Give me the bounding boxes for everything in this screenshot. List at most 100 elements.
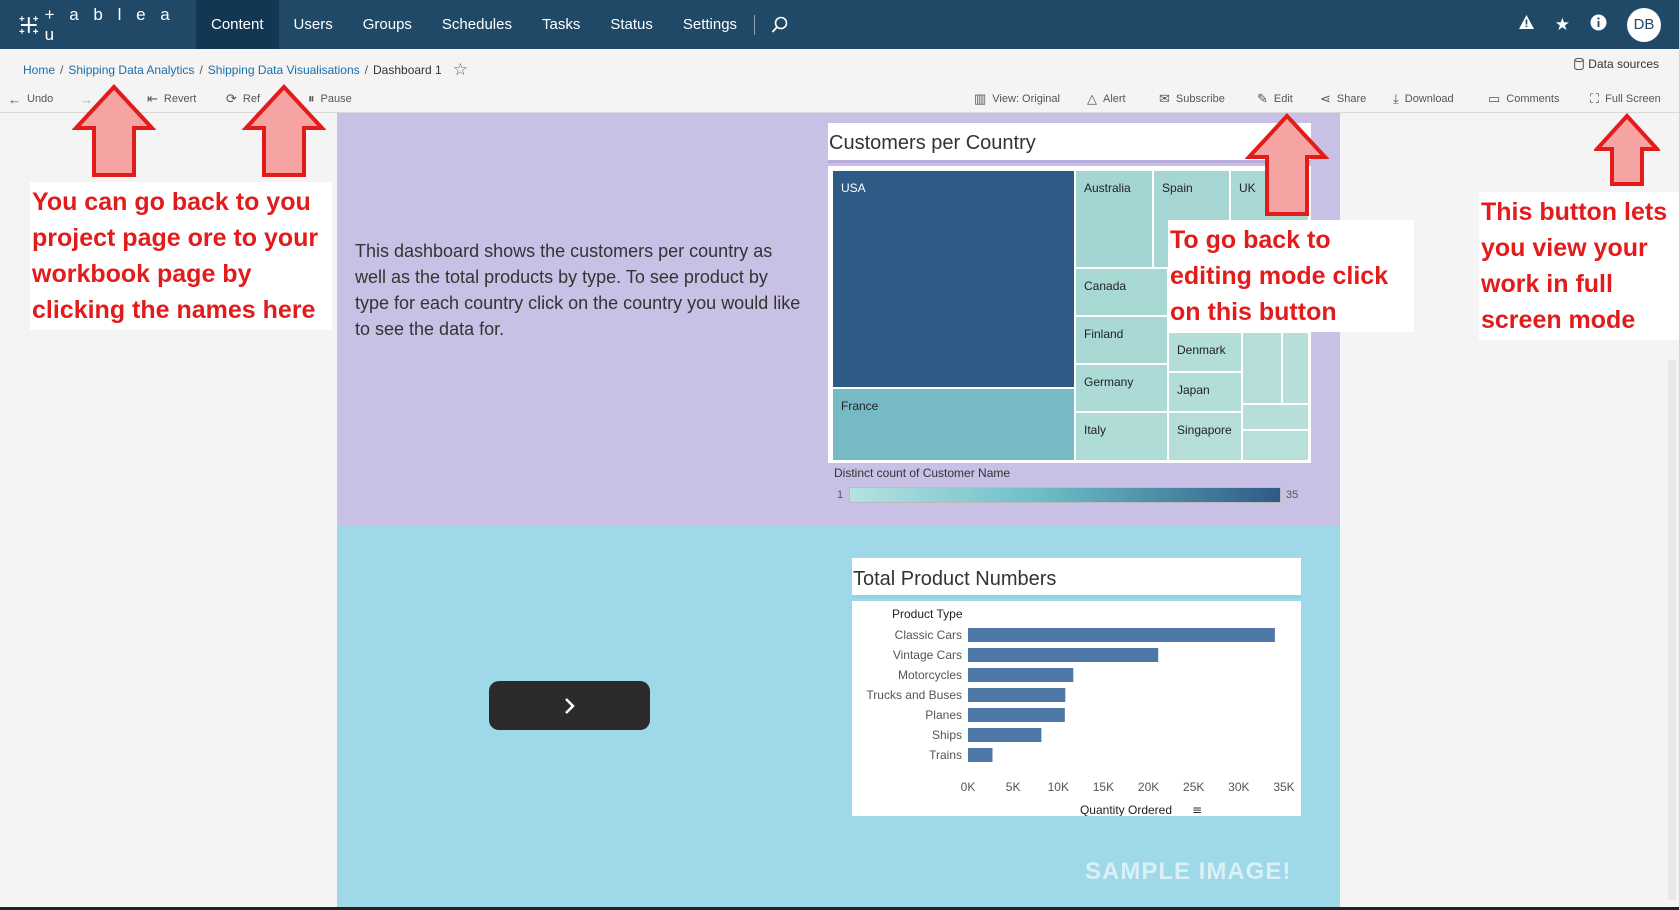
tab-schedules[interactable]: Schedules [427,0,527,49]
mail-icon: ✉ [1159,91,1170,106]
tab-settings[interactable]: Settings [668,0,752,49]
x-tick-label: 30K [1228,780,1249,794]
undo-arrow-icon: ← [8,91,21,107]
treemap-cell-italy[interactable]: Italy [1075,412,1168,461]
treemap-cell-minor[interactable] [1242,332,1282,404]
red-up-arrow-icon [72,84,156,177]
comment-icon: ▭ [1488,91,1501,106]
treemap-cell-minor[interactable] [1282,332,1309,404]
bar-chart-title: Total Product Numbers [853,568,1057,590]
alert-label: Alert [1103,93,1126,105]
search-icon[interactable] [765,16,795,34]
bar[interactable] [968,748,993,762]
bar[interactable] [968,708,1065,722]
sample-image-watermark: SAMPLE IMAGE! [1085,858,1292,885]
category-label: Trucks and Buses [866,688,962,702]
treemap-cell-minor[interactable] [1242,404,1309,430]
dashboard-intro-text: This dashboard shows the customers per c… [355,241,801,339]
bar[interactable] [968,668,1074,682]
color-legend-gradient [849,487,1281,503]
undo-label: Undo [27,93,54,105]
treemap-cell-minor[interactable] [1242,430,1309,461]
bar[interactable] [968,648,1159,662]
sort-icon: ≡ [1192,803,1202,816]
download-button[interactable]: ⤓ Download [1393,88,1454,110]
view-original-button[interactable]: ▥ View: Original [974,88,1060,110]
color-legend-label: Distinct count of Customer Name [834,466,1011,480]
tableau-cross-icon [19,15,39,34]
warning-icon[interactable] [1518,14,1535,35]
x-tick-label: 35K [1273,780,1294,794]
download-label: Download [1404,93,1454,105]
tab-status[interactable]: Status [595,0,668,49]
full-screen-icon: ⛶ [1590,91,1600,106]
tab-content[interactable]: Content [196,0,279,49]
tableau-logo[interactable]: + a b l e a u [0,5,196,45]
favorite-star-icon[interactable]: ☆ [453,60,468,80]
tab-users[interactable]: Users [279,0,348,49]
data-sources-label: Data sources [1588,57,1659,71]
bell-icon: △ [1087,91,1097,106]
bar[interactable] [968,688,1066,702]
edit-label: Edit [1273,93,1293,105]
share-button[interactable]: ⋖ Share [1320,88,1366,110]
share-label: Share [1336,93,1367,105]
red-up-arrow-icon [1594,113,1660,186]
breadcrumb: Home / Shipping Data Analytics / Shippin… [23,60,468,80]
bar-chart[interactable]: Product Type Classic Cars Vintage Cars Moto… [852,601,1301,817]
comments-label: Comments [1506,93,1560,105]
category-header: Product Type [892,607,963,621]
category-label: Planes [925,708,962,722]
favorites-star-icon[interactable]: ★ [1555,15,1570,35]
treemap-cell-japan[interactable]: Japan [1168,372,1242,412]
subscribe-label: Subscribe [1175,93,1225,105]
x-tick-label: 15K [1093,780,1114,794]
breadcrumb-project-link[interactable]: Shipping Data Analytics [68,63,194,77]
color-legend-max: 35 [1286,489,1299,501]
category-label: Motorcycles [898,668,962,682]
x-axis-label: Quantity Ordered [1080,803,1172,816]
full-screen-button[interactable]: ⛶ Full Screen [1590,88,1661,110]
data-sources-button[interactable]: Data sources [1574,57,1659,71]
treemap-cell-singapore[interactable]: Singapore [1168,412,1242,461]
treemap-title: Customers per Country [829,132,1036,154]
tab-tasks[interactable]: Tasks [527,0,595,49]
database-icon [1574,58,1585,70]
share-icon: ⋖ [1320,91,1331,106]
treemap-cell-canada[interactable]: Canada [1075,268,1168,316]
pencil-icon: ✎ [1257,91,1268,106]
bar[interactable] [968,628,1275,642]
breadcrumb-home-link[interactable]: Home [23,63,55,77]
user-avatar[interactable]: DB [1627,7,1661,42]
category-label: Trains [929,748,962,762]
alert-button[interactable]: △ Alert [1087,88,1126,110]
treemap-cell-germany[interactable]: Germany [1075,364,1168,412]
edit-button[interactable]: ✎ Edit [1257,88,1293,110]
category-label: Ships [932,728,962,742]
undo-button[interactable]: ← Undo [8,88,53,110]
category-label: Classic Cars [895,628,962,642]
breadcrumb-workbook-link[interactable]: Shipping Data Visualisations [208,63,360,77]
treemap-cell-denmark[interactable]: Denmark [1168,332,1242,372]
revert-label: Revert [163,93,197,105]
full-screen-label: Full Screen [1605,93,1661,105]
x-tick-label: 0K [961,780,976,794]
red-up-arrow-icon [242,84,326,177]
bar[interactable] [968,728,1042,742]
treemap-cell-australia[interactable]: Australia [1075,170,1153,268]
x-tick-label: 25K [1183,780,1204,794]
treemap-cell-usa[interactable]: USA [832,170,1075,388]
nav-divider [754,14,756,35]
tab-groups[interactable]: Groups [348,0,427,49]
treemap-cell-finland[interactable]: Finland [1075,316,1168,364]
color-legend-min: 1 [837,489,844,501]
subscribe-button[interactable]: ✉ Subscribe [1159,88,1225,110]
comments-button[interactable]: ▭ Comments [1488,88,1559,110]
treemap-cell-france[interactable]: France [832,388,1075,461]
red-up-arrow-icon [1245,113,1329,216]
info-icon[interactable] [1590,14,1607,36]
breadcrumb-separator: / [364,63,368,77]
next-page-button[interactable] [489,681,650,730]
brand-text: + a b l e a u [44,4,175,44]
scrollbar[interactable] [1668,360,1676,900]
